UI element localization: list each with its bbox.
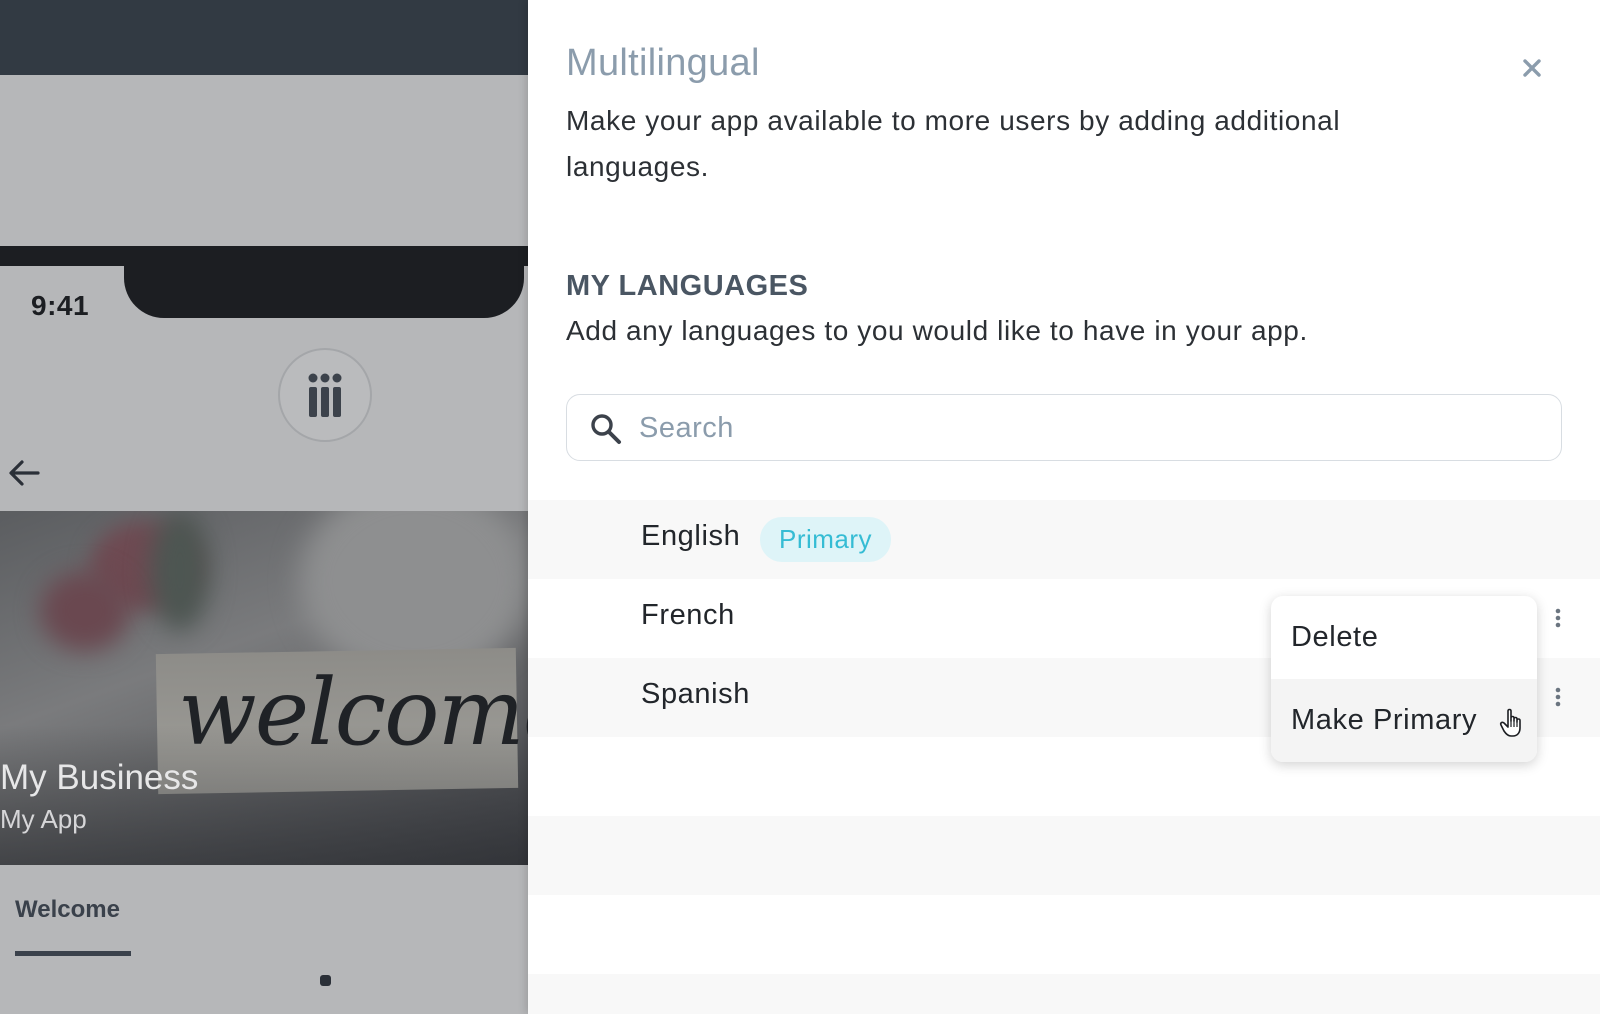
search-box[interactable] (566, 394, 1562, 461)
multilingual-drawer: Multilingual Make your app available to … (528, 0, 1600, 1014)
page-indicator-dot (320, 975, 331, 986)
preview-top-bar (0, 0, 528, 75)
back-arrow-icon[interactable] (6, 455, 42, 491)
language-name: French (641, 599, 735, 631)
phone-notch (124, 246, 524, 318)
section-description: Add any languages to you would like to h… (566, 315, 1308, 346)
app-logo-icon (278, 348, 372, 442)
drawer-description: Make your app available to more users by… (566, 105, 1341, 182)
empty-row (528, 895, 1600, 974)
language-name: English (641, 520, 741, 552)
menu-item-delete[interactable]: Delete (1271, 596, 1537, 679)
kebab-menu-button[interactable] (1548, 682, 1568, 712)
hero-image: welcome My Business My App (0, 511, 528, 865)
language-name: Spanish (641, 678, 750, 710)
business-name: My Business (0, 758, 199, 797)
drawer-title: Multilingual (566, 42, 760, 84)
app-name: My App (0, 804, 87, 834)
empty-row (528, 816, 1600, 895)
tab-active-indicator (15, 951, 131, 956)
menu-item-make-primary[interactable]: Make Primary (1271, 679, 1537, 762)
section-heading: MY LANGUAGES (566, 270, 809, 302)
hand-cursor-icon (1499, 708, 1521, 737)
app-preview-panel: 9:41 welcome My Business My App Welcome (0, 0, 528, 1014)
empty-row (528, 974, 1600, 1014)
kebab-menu-button[interactable] (1548, 603, 1568, 633)
language-row-english[interactable]: English Primary (528, 500, 1600, 579)
menu-item-label: Make Primary (1291, 704, 1478, 736)
language-context-menu: Delete Make Primary (1271, 596, 1537, 762)
primary-badge: Primary (760, 517, 892, 562)
kebab-menu-icon (1555, 687, 1561, 707)
kebab-menu-icon (1555, 608, 1561, 628)
close-icon (1523, 59, 1541, 77)
close-button[interactable] (1518, 54, 1546, 82)
search-input[interactable] (639, 403, 1539, 453)
status-bar-time: 9:41 (31, 290, 90, 321)
tab-welcome[interactable]: Welcome (15, 896, 120, 924)
search-icon (591, 414, 621, 444)
